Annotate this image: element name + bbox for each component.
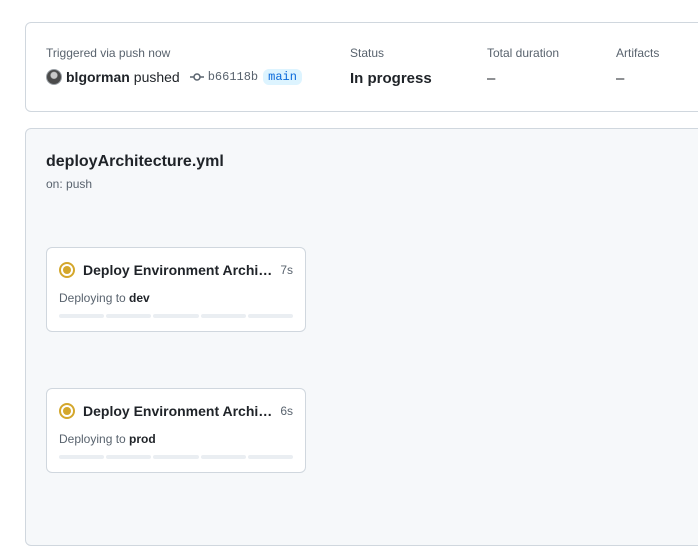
job-name[interactable]: Deploy Environment Architecture	[83, 262, 275, 278]
job-steps-progress	[59, 314, 294, 318]
job-subtitle: Deploying to dev	[59, 291, 150, 305]
duration-value: –	[487, 70, 496, 87]
job-duration: 6s	[280, 404, 293, 418]
job-subtitle: Deploying to prod	[59, 432, 156, 446]
job-header: Deploy Environment Architecture 7s	[59, 262, 293, 278]
step-segment	[247, 455, 294, 459]
step-segment	[153, 455, 199, 459]
trigger-label: Triggered via push now	[46, 46, 171, 60]
job-steps-progress	[59, 455, 294, 459]
workflow-file-name: deployArchitecture.yml	[46, 153, 224, 170]
commit-sha: b66118b	[207, 70, 259, 84]
actor-link[interactable]: blgorman	[66, 69, 130, 85]
step-segment	[59, 314, 105, 318]
artifacts-value: –	[616, 70, 625, 87]
job-card-dev[interactable]: Deploy Environment Architecture 7s Deplo…	[46, 247, 306, 332]
status-value: In progress	[350, 70, 432, 87]
workflow-trigger: on: push	[46, 177, 93, 191]
job-environment: prod	[129, 432, 156, 446]
step-segment	[153, 314, 199, 318]
in-progress-dot-icon	[59, 403, 75, 419]
job-subtitle-prefix: Deploying to	[59, 291, 130, 305]
user-avatar[interactable]	[46, 69, 62, 85]
job-duration: 7s	[280, 263, 293, 277]
artifacts-label: Artifacts	[616, 46, 660, 60]
run-summary-card: Triggered via push now blgorman pushed b…	[25, 22, 698, 112]
step-segment	[200, 314, 246, 318]
trigger-verb: pushed	[133, 69, 180, 85]
job-environment: dev	[129, 291, 150, 305]
step-segment	[200, 455, 246, 459]
workflow-graph-panel: deployArchitecture.yml on: push Deploy E…	[25, 128, 698, 546]
status-label: Status	[350, 46, 385, 60]
status-column: Status In progress	[350, 46, 432, 87]
duration-label: Total duration	[487, 46, 560, 60]
step-segment	[106, 314, 152, 318]
job-header: Deploy Environment Architecture 6s	[59, 403, 293, 419]
trigger-column: Triggered via push now blgorman pushed b…	[46, 46, 302, 85]
in-progress-dot-icon	[59, 262, 75, 278]
git-commit-icon	[189, 73, 204, 81]
step-segment	[247, 314, 294, 318]
job-card-prod[interactable]: Deploy Environment Architecture 6s Deplo…	[46, 388, 306, 473]
artifacts-column: Artifacts –	[616, 46, 659, 87]
commit-link[interactable]: b66118b	[189, 70, 259, 84]
trigger-details: blgorman pushed b66118b main	[46, 69, 302, 85]
step-segment	[59, 455, 105, 459]
job-subtitle-prefix: Deploying to	[59, 432, 130, 446]
duration-column: Total duration –	[487, 46, 559, 87]
step-segment	[106, 455, 152, 459]
job-name[interactable]: Deploy Environment Architecture	[83, 403, 275, 419]
branch-badge[interactable]: main	[263, 69, 302, 85]
